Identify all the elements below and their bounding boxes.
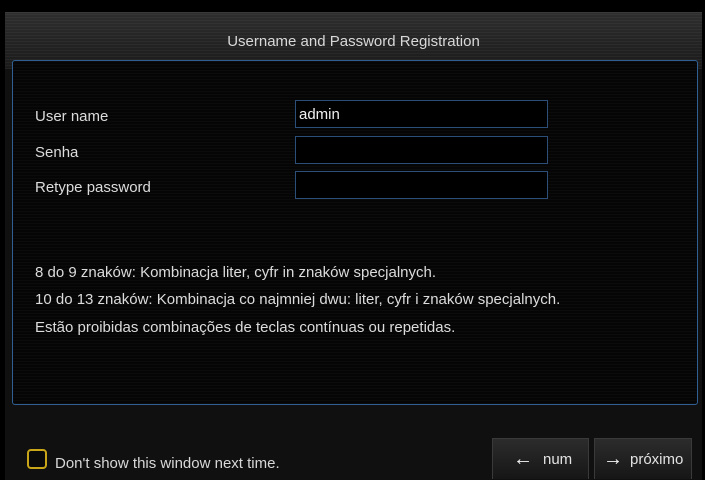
password-rule-note: Estão proibidas combinações de teclas co… [35,319,456,336]
dont-show-label[interactable]: Don't show this window next time. [55,455,280,472]
password-rule-note: 8 do 9 znaków: Kombinacja liter, cyfr in… [35,264,437,281]
username-field[interactable]: admin [295,100,548,128]
arrow-left-icon: ← [513,447,533,470]
next-button-label: próximo [630,450,684,468]
dont-show-checkbox[interactable] [27,449,47,469]
password-field[interactable] [295,136,548,164]
previous-button-label: num [543,450,573,468]
password-label: Senha [35,144,79,161]
retype-password-label: Retype password [35,179,151,196]
form-panel: User name admin Senha Retype password 8 … [12,60,698,405]
password-rule-note: 10 do 13 znaków: Kombinacja co najmniej … [35,291,561,308]
username-label: User name [35,108,109,125]
arrow-right-icon: → [603,447,623,470]
previous-button[interactable]: ← num [492,438,589,479]
next-button[interactable]: → próximo [594,438,692,479]
dialog-title: Username and Password Registration [227,33,480,50]
retype-password-field[interactable] [295,171,548,199]
